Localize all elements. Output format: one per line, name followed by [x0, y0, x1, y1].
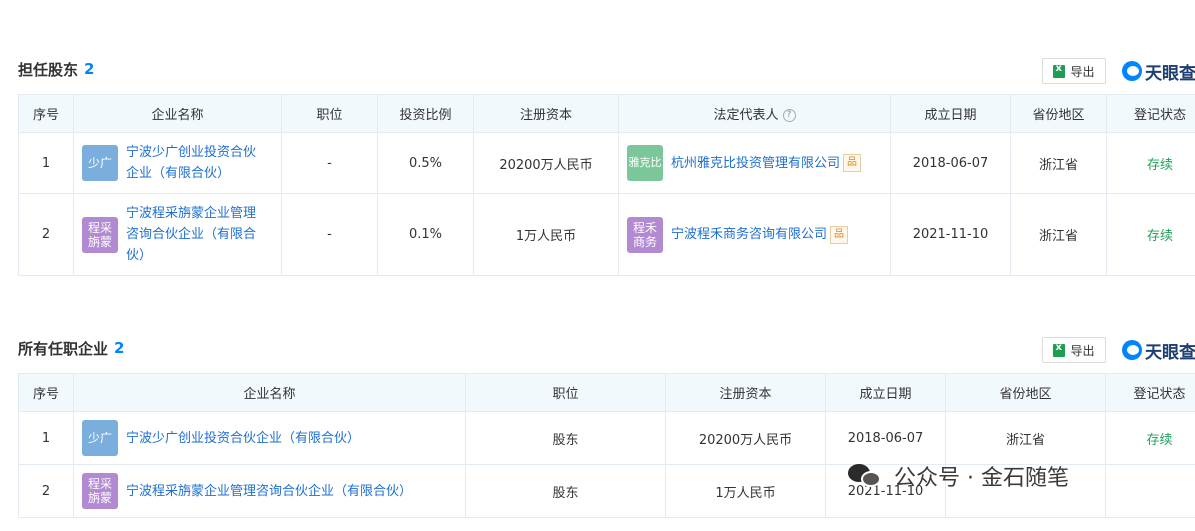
col-index: 序号	[18, 373, 74, 412]
region-cell: 浙江省	[1010, 132, 1107, 194]
relation-graph-icon[interactable]: 品	[830, 225, 849, 244]
company-cell: 程采 旃蒙 宁波程采旃蒙企业管理 咨询合伙企业（有限合 伙）	[73, 193, 282, 276]
watermark-text: 公众号 · 金石随笔	[894, 466, 1069, 491]
position-cell: 股东	[465, 464, 666, 518]
row-index: 2	[18, 193, 74, 276]
positions-table-header: 序号 企业名称 职位 注册资本 成立日期 省份地区 登记状态	[18, 373, 1195, 412]
company-link[interactable]: 宁波程采旃蒙企业管理咨询合伙企业（有限合伙）	[126, 481, 412, 502]
date-cell: 2021-11-10	[890, 193, 1011, 276]
tianyancha-eye-icon	[1122, 61, 1142, 81]
company-cell: 少广 宁波少广创业投资合伙 企业（有限合伙）	[73, 132, 282, 194]
rep-logo[interactable]: 雅克比	[627, 145, 663, 181]
col-date: 成立日期	[890, 94, 1011, 133]
tianyancha-logo: 天眼查	[1122, 337, 1195, 363]
capital-cell: 1万人民币	[665, 464, 826, 518]
company-logo[interactable]: 少广	[82, 420, 118, 456]
capital-cell: 1万人民币	[473, 193, 619, 276]
shareholder-section-header: 担任股东 2	[18, 57, 94, 81]
export-label: 导出	[1070, 343, 1095, 358]
capital-cell: 20200万人民币	[473, 132, 619, 194]
company-link[interactable]: 宁波程采旃蒙企业管理 咨询合伙企业（有限合 伙）	[126, 203, 256, 266]
company-link[interactable]: 宁波少广创业投资合伙企业（有限合伙）	[126, 428, 360, 449]
position-cell: -	[281, 193, 378, 276]
rep-logo[interactable]: 程禾 商务	[627, 216, 663, 253]
table-row: 1 少广 宁波少广创业投资合伙 企业（有限合伙） - 0.5% 20200万人民…	[18, 132, 1195, 194]
tianyancha-logo: 天眼查	[1122, 58, 1195, 84]
date-cell: 2018-06-07	[825, 411, 946, 465]
legal-rep-link[interactable]: 宁波程禾商务咨询有限公司	[671, 224, 827, 245]
col-ratio: 投资比例	[377, 94, 474, 133]
col-capital: 注册资本	[473, 94, 619, 133]
status-badge: 存续	[1106, 132, 1195, 194]
table-row: 2 程采 旃蒙 宁波程采旃蒙企业管理 咨询合伙企业（有限合 伙） - 0.1% 1…	[18, 193, 1195, 276]
col-position: 职位	[281, 94, 378, 133]
excel-icon	[1053, 342, 1066, 357]
legal-rep-cell: 程禾 商务 宁波程禾商务咨询有限公司 品	[618, 193, 891, 276]
col-capital: 注册资本	[665, 373, 826, 412]
positions-export-button[interactable]: 导出	[1042, 337, 1106, 363]
region-cell: 浙江省	[945, 411, 1106, 465]
ratio-cell: 0.1%	[377, 193, 474, 276]
position-cell: 股东	[465, 411, 666, 465]
shareholder-section-title: 担任股东	[18, 60, 79, 79]
wechat-watermark: 公众号 · 金石随笔	[848, 460, 1069, 492]
col-company: 企业名称	[73, 94, 282, 133]
excel-icon	[1053, 63, 1066, 78]
col-status: 登记状态	[1105, 373, 1195, 412]
row-index: 1	[18, 411, 74, 465]
company-logo[interactable]: 程采 旃蒙	[82, 216, 118, 253]
col-region: 省份地区	[1010, 94, 1107, 133]
table-row: 1 少广 宁波少广创业投资合伙企业（有限合伙） 股东 20200万人民币 201…	[18, 411, 1195, 465]
col-position: 职位	[465, 373, 666, 412]
tianyancha-eye-icon	[1122, 340, 1142, 360]
positions-table: 序号 企业名称 职位 注册资本 成立日期 省份地区 登记状态 1 少广 宁波少广…	[18, 373, 1195, 518]
company-logo[interactable]: 少广	[82, 145, 118, 181]
export-label: 导出	[1070, 64, 1095, 79]
company-logo[interactable]: 程采 旃蒙	[82, 473, 118, 509]
ratio-cell: 0.5%	[377, 132, 474, 194]
positions-section-header: 所有任职企业 2	[18, 336, 124, 360]
company-link[interactable]: 宁波少广创业投资合伙 企业（有限合伙）	[126, 142, 256, 184]
status-badge	[1105, 464, 1195, 518]
company-cell: 少广 宁波少广创业投资合伙企业（有限合伙）	[73, 411, 466, 465]
legal-rep-link[interactable]: 杭州雅克比投资管理有限公司	[671, 153, 840, 174]
brand-text: 天眼查	[1145, 63, 1195, 84]
position-cell: -	[281, 132, 378, 194]
relation-graph-icon[interactable]: 品	[843, 154, 862, 172]
date-cell: 2018-06-07	[890, 132, 1011, 194]
shareholder-export-button[interactable]: 导出	[1042, 58, 1106, 84]
col-company: 企业名称	[73, 373, 466, 412]
capital-cell: 20200万人民币	[665, 411, 826, 465]
wechat-icon	[848, 462, 882, 490]
status-badge: 存续	[1106, 193, 1195, 276]
row-index: 1	[18, 132, 74, 194]
brand-text: 天眼查	[1145, 342, 1195, 363]
positions-section-title: 所有任职企业	[18, 339, 109, 358]
help-icon[interactable]: ?	[782, 109, 796, 122]
col-date: 成立日期	[825, 373, 946, 412]
shareholder-count: 2	[84, 60, 95, 78]
region-cell: 浙江省	[1010, 193, 1107, 276]
status-badge: 存续	[1105, 411, 1195, 465]
legal-rep-cell: 雅克比 杭州雅克比投资管理有限公司 品	[618, 132, 891, 194]
shareholder-table: 序号 企业名称 职位 投资比例 注册资本 法定代表人? 成立日期 省份地区 登记…	[18, 94, 1195, 276]
col-index: 序号	[18, 94, 74, 133]
col-legal-rep: 法定代表人?	[618, 94, 891, 133]
shareholder-table-header: 序号 企业名称 职位 投资比例 注册资本 法定代表人? 成立日期 省份地区 登记…	[18, 94, 1195, 133]
company-cell: 程采 旃蒙 宁波程采旃蒙企业管理咨询合伙企业（有限合伙）	[73, 464, 466, 518]
col-status: 登记状态	[1106, 94, 1195, 133]
col-region: 省份地区	[945, 373, 1106, 412]
positions-count: 2	[114, 339, 125, 357]
row-index: 2	[18, 464, 74, 518]
